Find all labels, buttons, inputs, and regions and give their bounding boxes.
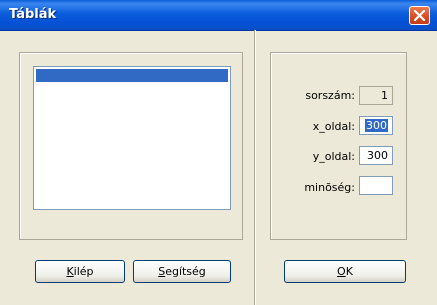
x-oldal-input[interactable]: 300	[359, 116, 393, 135]
y-oldal-input[interactable]: 300	[359, 146, 393, 165]
close-button[interactable]	[409, 6, 430, 25]
segitseg-button[interactable]: Segítség	[133, 260, 231, 283]
kilep-mnemonic: K	[66, 265, 74, 278]
close-icon	[413, 9, 426, 22]
ok-button[interactable]: OK	[284, 260, 406, 283]
y-oldal-value: 300	[367, 149, 388, 162]
minoseg-input[interactable]	[359, 176, 393, 195]
ok-label: K	[345, 265, 353, 278]
table-listbox[interactable]	[33, 66, 231, 210]
x-oldal-label: x_oldal:	[312, 120, 355, 133]
minoseg-label: minõség:	[304, 181, 355, 194]
sorszam-label: sorszám:	[305, 89, 355, 102]
kilep-label: ilép	[73, 265, 94, 278]
list-item-selected[interactable]	[36, 69, 228, 82]
segitseg-label: egítség	[165, 265, 206, 278]
ok-mnemonic: O	[337, 265, 346, 278]
sorszam-field: 1	[359, 86, 393, 105]
y-oldal-label: y_oldal:	[312, 150, 355, 163]
vertical-separator	[254, 30, 256, 305]
window-title: Táblák	[9, 7, 57, 22]
sorszam-value: 1	[381, 89, 388, 102]
title-bar[interactable]: Táblák	[0, 0, 437, 31]
kilep-button[interactable]: Kilép	[35, 260, 125, 283]
x-oldal-value: 300	[365, 119, 388, 132]
